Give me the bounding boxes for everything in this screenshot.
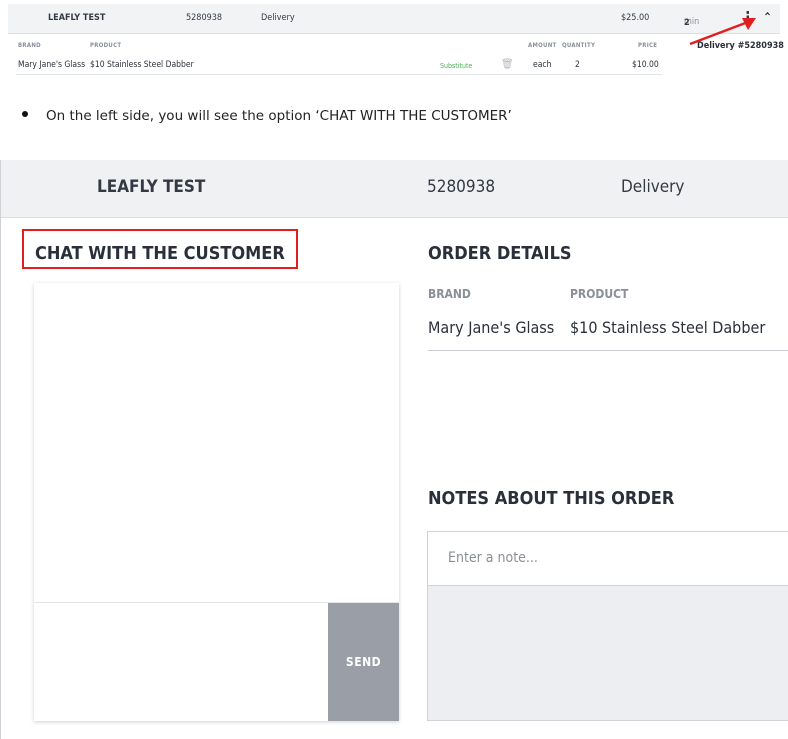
mini-col-amount: AMOUNT (528, 42, 557, 49)
mini-order-screenshot: LEAFLY TEST 5280938 Delivery $25.00 2 min… (0, 0, 788, 82)
mini-col-price: PRICE (638, 42, 658, 49)
chat-messages-area (34, 283, 399, 603)
order-id: 5280938 (427, 177, 496, 197)
order-type: Delivery (621, 177, 685, 197)
notes-box: Enter a note... (427, 531, 788, 721)
mini-col-quantity: QUANTITY (562, 42, 596, 49)
col-brand: BRAND (428, 287, 471, 301)
mini-col-brand: BRAND (18, 42, 41, 49)
note-placeholder: Enter a note... (448, 550, 538, 566)
note-input[interactable]: Enter a note... (428, 532, 788, 586)
mini-item-quantity: 2 (575, 60, 580, 70)
mini-substitute-link[interactable]: Substitute (440, 62, 472, 70)
mini-item-amount: each (533, 60, 552, 70)
item-product: $10 Stainless Steel Dabber (570, 318, 766, 337)
chevron-up-icon[interactable]: ⌃ (763, 10, 772, 24)
instruction-text: On the left side, you will see the optio… (46, 108, 512, 124)
customer-name: LEAFLY TEST (97, 177, 206, 197)
send-button[interactable]: SEND (328, 603, 399, 721)
notes-section-title: NOTES ABOUT THIS ORDER (428, 488, 675, 509)
bullet-dot-icon (22, 111, 28, 117)
order-header-bar[interactable]: LEAFLY TEST 5280938 Delivery (1, 160, 788, 218)
mini-item-price: $10.00 (632, 60, 659, 70)
mini-order-type: Delivery (261, 13, 295, 23)
red-arrow-icon (689, 18, 756, 46)
trash-icon[interactable]: 🗑 (501, 59, 514, 70)
item-brand: Mary Jane's Glass (428, 318, 555, 337)
mini-order-total: $25.00 (621, 13, 650, 23)
mini-item-brand: Mary Jane's Glass (18, 60, 86, 70)
chat-title-highlight-box (22, 229, 298, 269)
mini-customer-name: LEAFLY TEST (48, 13, 106, 23)
order-details-title: ORDER DETAILS (428, 243, 572, 264)
mini-row-divider (16, 74, 662, 75)
mini-item-product: $10 Stainless Steel Dabber (90, 60, 194, 70)
mini-order-header[interactable]: LEAFLY TEST 5280938 Delivery $25.00 2 min… (8, 4, 780, 34)
col-product: PRODUCT (570, 287, 629, 301)
chat-message-input[interactable] (34, 603, 328, 721)
item-row-divider (428, 350, 788, 351)
mini-col-product: PRODUCT (90, 42, 122, 49)
mini-order-id: 5280938 (186, 13, 223, 23)
chat-panel: SEND (34, 283, 399, 721)
instruction-bullet: On the left side, you will see the optio… (22, 108, 512, 124)
order-detail-screenshot: LEAFLY TEST 5280938 Delivery CHAT WITH T… (0, 160, 788, 739)
